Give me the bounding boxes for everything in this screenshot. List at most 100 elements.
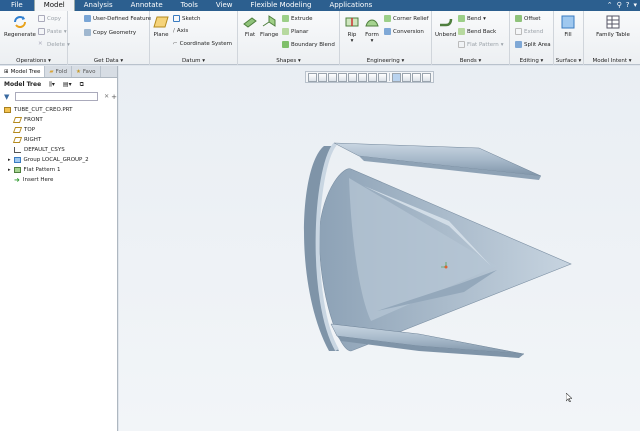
boundary-blend-button[interactable]: Boundary Blend	[282, 41, 335, 48]
part-icon	[4, 107, 11, 113]
datum-group: Plane Sketch / Axis ⌐ Coordinate System Da…	[150, 11, 238, 65]
model-tree-panel: ⊞ Model Tree ▰ Fold ★ Favo Model Tree ⫼▾ ▤▾…	[0, 66, 118, 431]
axis-button[interactable]: / Axis	[173, 28, 188, 34]
settings-icon[interactable]: ▾	[633, 1, 637, 9]
help-icon[interactable]: ?	[626, 1, 630, 9]
tree-node-default-csys[interactable]: DEFAULT_CSYS	[0, 145, 117, 155]
bend-back-icon	[458, 28, 465, 35]
planar-button[interactable]: Planar	[282, 28, 308, 35]
delete-button[interactable]: ✕ Delete ▾	[38, 41, 70, 48]
filter-icon[interactable]: ▼	[4, 93, 9, 101]
tree-node-insert-here[interactable]: ➜ Insert Here	[0, 175, 117, 185]
csys-icon: ⌐	[173, 41, 178, 47]
bends-group: Unbend Bend ▾ Bend Back Flat Pattern ▾ B…	[432, 11, 510, 65]
add-column-icon[interactable]: +	[111, 93, 117, 101]
extrude-icon	[282, 15, 289, 22]
flat-button[interactable]: Flat	[242, 14, 258, 38]
coordinate-system-button[interactable]: ⌐ Coordinate System	[173, 41, 232, 47]
offset-button[interactable]: Offset	[515, 15, 541, 22]
axis-icon: /	[173, 28, 175, 34]
conversion-button[interactable]: Conversion	[384, 28, 424, 35]
extend-button[interactable]: Extend	[515, 28, 543, 35]
split-area-icon	[515, 41, 522, 48]
flat-pattern-icon	[13, 167, 21, 173]
tab-favorites[interactable]: ★ Favo	[72, 66, 101, 77]
tree-settings-icon[interactable]: ⫼▾	[49, 81, 55, 89]
graphics-window[interactable]	[119, 66, 640, 431]
model-tree: TUBE_CUT_CREO.PRT FRONT TOP RIGHT DEFAUL…	[0, 105, 117, 185]
form-icon	[365, 19, 379, 27]
expand-icon[interactable]: ⧉	[80, 81, 84, 89]
tab-annotate[interactable]: Annotate	[122, 0, 172, 11]
flat-pattern-icon	[458, 41, 465, 48]
fill-button[interactable]: Fill	[560, 14, 576, 38]
engineering-group-label: Engineering ▾	[366, 58, 405, 64]
tab-tools[interactable]: Tools	[172, 0, 207, 11]
minimize-ribbon-icon[interactable]: ⌃	[607, 1, 613, 9]
plane-button[interactable]: Plane	[153, 14, 169, 38]
filter-row: ▼ ✕ +	[0, 91, 117, 102]
engineering-group: Rip ▾ Form ▾ Corner Relief Conversion En…	[340, 11, 432, 65]
model-tree-icon: ⊞	[4, 68, 9, 75]
offset-icon	[515, 15, 522, 22]
rip-icon	[345, 17, 359, 27]
csys-icon	[14, 147, 21, 153]
get-data-group: User-Defined Feature Copy Geometry Get D…	[68, 11, 151, 65]
conversion-icon	[384, 28, 391, 35]
surface-group: Fill Surface ▾	[554, 11, 584, 65]
family-table-button[interactable]: Family Table	[596, 14, 630, 39]
model-intent-group: Family Table Model Intent ▾	[584, 11, 640, 65]
tree-node-flat-pattern[interactable]: ▸ Flat Pattern 1	[0, 165, 117, 175]
editing-group: Offset Extend Split Area Editing ▾	[510, 11, 554, 65]
sketch-icon	[173, 15, 180, 22]
tab-folder-browser[interactable]: ▰ Fold	[45, 66, 72, 77]
rip-button[interactable]: Rip ▾	[344, 14, 360, 44]
copy-button[interactable]: Copy	[38, 15, 61, 22]
expand-arrow-icon[interactable]: ▸	[8, 155, 11, 165]
bend-button[interactable]: Bend ▾	[458, 15, 486, 22]
tab-model[interactable]: Model	[33, 0, 75, 11]
bends-group-label: Bends ▾	[459, 58, 482, 64]
clear-search-icon[interactable]: ✕	[104, 93, 109, 100]
tab-applications[interactable]: Applications	[321, 0, 382, 11]
tree-node-front[interactable]: FRONT	[0, 115, 117, 125]
tree-node-top[interactable]: TOP	[0, 125, 117, 135]
tab-flexible-modeling[interactable]: Flexible Modeling	[242, 0, 321, 11]
ribbon: Regenerate Copy Paste ▾ ✕ Delete ▾ Operat…	[0, 11, 640, 65]
tab-model-tree[interactable]: ⊞ Model Tree	[0, 66, 46, 77]
search-icon[interactable]: ⚲	[617, 1, 622, 9]
form-button[interactable]: Form ▾	[364, 14, 380, 44]
tube-cut-model[interactable]	[119, 66, 640, 431]
plane-icon	[153, 16, 169, 28]
tree-node-group[interactable]: ▸ Group LOCAL_GROUP_2	[0, 155, 117, 165]
paste-icon	[38, 28, 45, 35]
copy-geometry-icon	[84, 29, 91, 36]
unbend-button[interactable]: Unbend	[435, 14, 456, 38]
favorites-icon: ★	[75, 68, 81, 75]
datum-plane-icon	[12, 127, 23, 133]
bend-back-button[interactable]: Bend Back	[458, 28, 496, 35]
tab-analysis[interactable]: Analysis	[75, 0, 122, 11]
sketch-button[interactable]: Sketch	[173, 15, 201, 22]
flange-button[interactable]: Flange	[260, 14, 278, 38]
paste-button[interactable]: Paste ▾	[38, 28, 67, 35]
datum-plane-icon	[12, 137, 23, 143]
flat-pattern-button[interactable]: Flat Pattern ▾	[458, 41, 504, 48]
tree-node-right[interactable]: RIGHT	[0, 135, 117, 145]
split-area-button[interactable]: Split Area	[515, 41, 551, 48]
bend-icon	[458, 15, 465, 22]
expand-arrow-icon[interactable]: ▸	[8, 165, 11, 175]
regenerate-button[interactable]: Regenerate	[4, 14, 36, 38]
copy-geometry-button[interactable]: Copy Geometry	[84, 29, 136, 36]
datum-plane-icon	[12, 117, 23, 123]
datum-group-label: Datum ▾	[181, 58, 206, 64]
tab-file[interactable]: File	[0, 0, 34, 11]
show-icon[interactable]: ▤▾	[63, 81, 72, 88]
model-intent-group-label: Model Intent ▾	[592, 58, 632, 64]
extrude-button[interactable]: Extrude	[282, 15, 313, 22]
tree-node-part[interactable]: TUBE_CUT_CREO.PRT	[0, 105, 117, 115]
tab-view[interactable]: View	[207, 0, 242, 11]
user-defined-feature-button[interactable]: User-Defined Feature	[84, 15, 151, 22]
corner-relief-button[interactable]: Corner Relief	[384, 15, 429, 22]
tree-search-input[interactable]	[15, 92, 99, 101]
